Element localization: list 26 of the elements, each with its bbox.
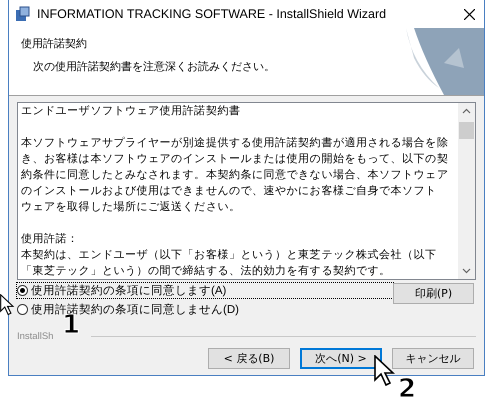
license-text-line: 「東芝テック」という）の間で締結する、法的効力を有する契約です。 xyxy=(21,263,392,279)
installshield-brand-label: InstallSh xyxy=(17,331,54,342)
scrollbar[interactable] xyxy=(458,103,475,279)
license-text-line: 本ソフトウェアサプライヤーが別途提供する使用許諾契約書が適用される場合を除 xyxy=(21,135,450,151)
close-icon xyxy=(464,8,474,20)
license-text-line: き、お客様は本ソフトウェアのインストールまたは使用の開始をもって、以下の契 xyxy=(21,151,450,167)
page-subtitle: 次の使用許諾契約書を注意深くお読みください。 xyxy=(32,59,276,74)
page-title: 使用許諾契約 xyxy=(21,36,88,51)
agreement-radio-option[interactable]: 使用許諾契約の条項に同意します(A) xyxy=(17,283,393,298)
print-button[interactable]: 印刷(P) xyxy=(393,283,474,304)
radio-circle[interactable] xyxy=(17,285,28,296)
wizard-nav-button[interactable]: キャンセル xyxy=(392,348,474,369)
license-text-box[interactable] xyxy=(17,102,476,280)
radio-circle[interactable] xyxy=(17,304,28,315)
license-text-line: 本契約は、エンドユーザ（以下「お客様」という）と東芝テック株式会社（以下 xyxy=(21,247,438,263)
scroll-thumb[interactable] xyxy=(459,122,474,139)
window-title: INFORMATION TRACKING SOFTWARE - InstallShield Wizard xyxy=(37,7,388,21)
license-text-line: ウェアを取得した場所にご返送ください。 xyxy=(21,199,242,215)
license-text-line: のインストールおよび使用はできませんので、速やかにお客様ご自身で本ソフト xyxy=(21,183,438,199)
pointer-cursor-icon xyxy=(374,355,396,387)
wizard-nav-button[interactable]: < 戻る(B) xyxy=(208,348,290,369)
license-text-line: 使用許諾： xyxy=(21,231,80,247)
installer-app-icon xyxy=(15,6,31,22)
license-text-line: 約条件に同意したとみなされます。本契約条に同意できない場合、本ソフトウェア xyxy=(21,167,450,183)
license-text-line: エンドユーザソフトウェア使用許諾契約書 xyxy=(21,103,242,119)
wizard-nav-button[interactable]: 次へ(N) > xyxy=(300,348,382,369)
